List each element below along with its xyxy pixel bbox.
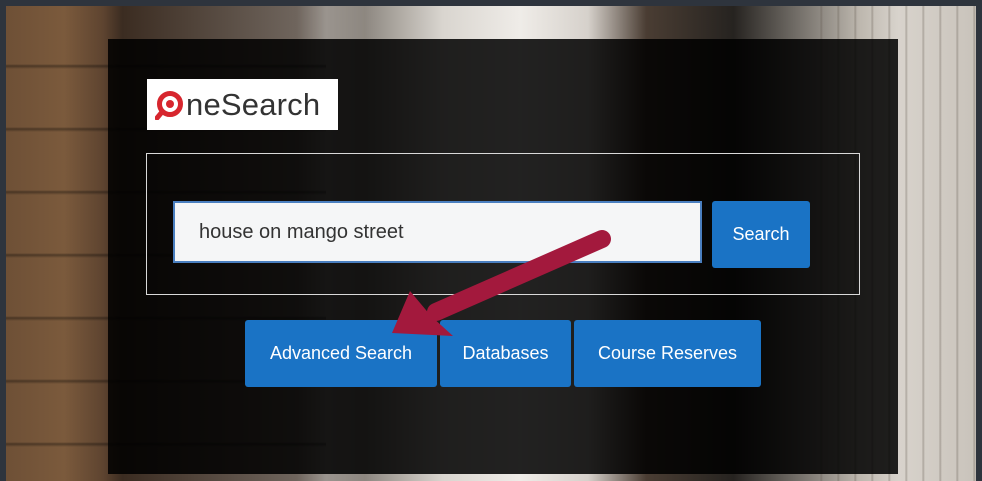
advanced-search-button[interactable]: Advanced Search [245,320,437,387]
search-button[interactable]: Search [712,201,810,268]
search-input[interactable] [173,201,702,263]
search-magnifier-logo-icon [154,90,185,120]
search-form: Search [146,153,860,295]
logo-text: neSearch [186,87,321,122]
screenshot-frame: neSearch Search Advanced Search Database… [0,0,982,481]
onesearch-logo[interactable]: neSearch [147,79,338,130]
search-panel: neSearch Search Advanced Search Database… [108,39,898,474]
course-reserves-button[interactable]: Course Reserves [574,320,761,387]
databases-button[interactable]: Databases [440,320,571,387]
